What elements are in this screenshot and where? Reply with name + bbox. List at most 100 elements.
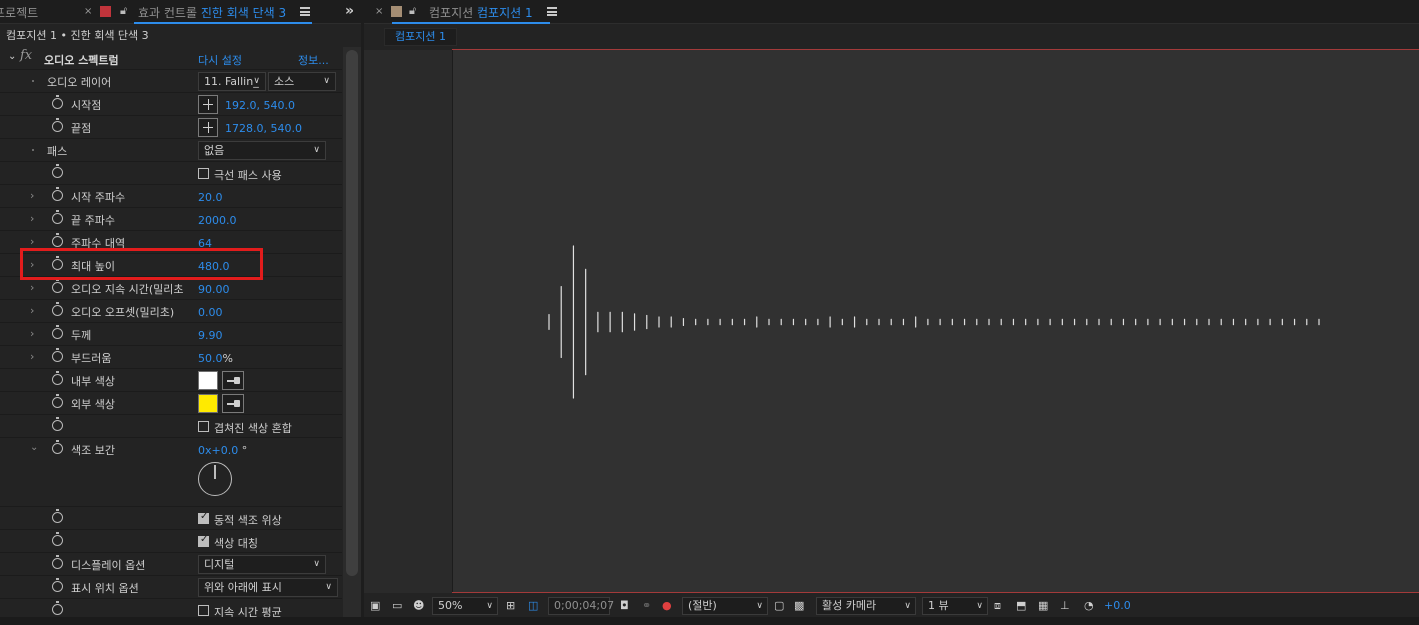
tab-effect-controls[interactable]: 효과 컨트롤 진한 회색 단색 3 bbox=[138, 4, 286, 21]
row-thickness: › 두께 9.90 bbox=[0, 323, 342, 346]
polar-path-label: 극선 패스 사용 bbox=[214, 169, 282, 182]
audio-layer-dropdown[interactable]: 11. Fallin_ ∨ bbox=[198, 72, 266, 91]
stopwatch-icon[interactable] bbox=[52, 555, 63, 569]
stopwatch-icon[interactable] bbox=[52, 371, 63, 385]
scrollbar-thumb[interactable] bbox=[346, 50, 358, 576]
hue-interpolation-value[interactable]: 0x+0.0 ° bbox=[198, 444, 247, 457]
camera-icon[interactable]: ◘ bbox=[620, 598, 629, 614]
stopwatch-icon[interactable] bbox=[52, 187, 63, 201]
crosshair-icon[interactable] bbox=[198, 95, 218, 114]
region-of-interest-icon[interactable]: ▢ bbox=[774, 598, 784, 614]
chevron-right-icon[interactable]: › bbox=[30, 212, 34, 225]
stopwatch-icon[interactable] bbox=[52, 348, 63, 362]
side-options-dropdown[interactable]: 위와 아래에 표시 ∨ bbox=[198, 578, 338, 597]
always-preview-icon[interactable]: ▣ bbox=[370, 598, 380, 614]
composition-viewer[interactable] bbox=[364, 50, 1419, 593]
stopwatch-icon[interactable] bbox=[52, 578, 63, 592]
stopwatch-icon[interactable] bbox=[52, 601, 63, 615]
expand-panels-icon[interactable]: » bbox=[345, 3, 354, 19]
thickness-value[interactable]: 9.90 bbox=[198, 329, 223, 342]
stopwatch-icon[interactable] bbox=[52, 210, 63, 224]
audio-offset-value[interactable]: 0.00 bbox=[198, 306, 223, 319]
dynamic-hue-checkbox[interactable] bbox=[198, 511, 209, 524]
reset-exposure-icon[interactable]: ◔ bbox=[1084, 598, 1094, 614]
resolution-value: (절반) bbox=[688, 599, 717, 612]
lock-icon[interactable]: 🔓︎ bbox=[409, 4, 416, 18]
lock-icon[interactable]: 🔓︎ bbox=[120, 4, 127, 18]
stopwatch-icon[interactable] bbox=[52, 95, 63, 109]
chevron-down-icon: ∨ bbox=[323, 76, 330, 86]
stopwatch-icon[interactable] bbox=[52, 164, 63, 178]
timecode-field[interactable]: 0;00;04;07 bbox=[548, 597, 614, 615]
polar-path-checkbox[interactable] bbox=[198, 168, 209, 179]
chevron-right-icon[interactable]: › bbox=[30, 304, 34, 317]
info-link[interactable]: 정보... bbox=[298, 52, 329, 68]
color-channels-icon[interactable]: ● bbox=[662, 598, 672, 614]
comp-breadcrumb[interactable]: 컴포지션 1 bbox=[384, 28, 457, 46]
tab-composition[interactable]: 컴포지션 컴포지션 1 bbox=[429, 4, 533, 21]
blend-colors-checkbox[interactable] bbox=[198, 421, 209, 432]
start-point-value[interactable]: 192.0, 540.0 bbox=[225, 99, 295, 112]
stopwatch-icon[interactable] bbox=[52, 118, 63, 132]
zoom-dropdown[interactable]: 50% ∨ bbox=[432, 597, 498, 615]
resolution-dropdown[interactable]: (절반) ∨ bbox=[682, 597, 768, 615]
end-frequency-value[interactable]: 2000.0 bbox=[198, 214, 237, 227]
checkerboard-icon[interactable]: ▩ bbox=[794, 598, 804, 614]
stopwatch-icon[interactable] bbox=[52, 440, 63, 454]
toggle-pixel-aspect-icon[interactable]: ⧈ bbox=[994, 598, 1001, 614]
side-options-label: 표시 위치 옵션 bbox=[71, 582, 139, 595]
grid-icon[interactable]: ⊞ bbox=[506, 598, 515, 614]
timeline-icon[interactable]: ▦ bbox=[1038, 598, 1048, 614]
chevron-right-icon[interactable]: › bbox=[30, 350, 34, 363]
audio-source-dropdown[interactable]: 소스 ∨ bbox=[268, 72, 336, 91]
path-dropdown[interactable]: 없음 ∨ bbox=[198, 141, 326, 160]
color-symmetry-checkbox[interactable] bbox=[198, 534, 209, 547]
softness-value[interactable]: 50.0% bbox=[198, 352, 233, 365]
audio-duration-value[interactable]: 90.00 bbox=[198, 283, 230, 296]
chevron-right-icon[interactable]: › bbox=[30, 281, 34, 294]
stopwatch-icon[interactable] bbox=[52, 532, 63, 546]
chevron-right-icon[interactable]: › bbox=[30, 235, 34, 248]
flowchart-icon[interactable]: ⊥ bbox=[1060, 598, 1070, 614]
panel-menu-icon[interactable] bbox=[300, 7, 310, 16]
chevron-down-icon[interactable]: ⌄ bbox=[30, 442, 38, 453]
stopwatch-icon[interactable] bbox=[52, 233, 63, 247]
outside-color-swatch[interactable] bbox=[198, 394, 218, 413]
fast-previews-icon[interactable]: ⬒ bbox=[1016, 598, 1026, 614]
stopwatch-icon[interactable] bbox=[52, 279, 63, 293]
start-frequency-label: 시작 주파수 bbox=[71, 191, 126, 204]
eyedropper-icon[interactable] bbox=[222, 394, 244, 413]
show-snapshot-icon[interactable]: ⚭ bbox=[642, 598, 651, 614]
eyedropper-icon[interactable] bbox=[222, 371, 244, 390]
stopwatch-icon[interactable] bbox=[52, 509, 63, 523]
tab-project[interactable]: 프로젝트 bbox=[0, 4, 38, 21]
row-side-options: 표시 위치 옵션 위와 아래에 표시 ∨ bbox=[0, 576, 342, 599]
start-frequency-value[interactable]: 20.0 bbox=[198, 191, 223, 204]
stopwatch-icon[interactable] bbox=[52, 325, 63, 339]
stopwatch-icon[interactable] bbox=[52, 417, 63, 431]
transparency-grid-icon[interactable]: ◫ bbox=[528, 598, 538, 614]
monitor-icon[interactable]: ▭ bbox=[392, 598, 402, 614]
chevron-right-icon[interactable]: › bbox=[30, 189, 34, 202]
fx-toggle-icon[interactable]: fx bbox=[20, 48, 32, 63]
stopwatch-icon[interactable] bbox=[52, 394, 63, 408]
camera-dropdown[interactable]: 활성 카메라 ∨ bbox=[816, 597, 916, 615]
stopwatch-icon[interactable] bbox=[52, 302, 63, 316]
display-options-dropdown[interactable]: 디지털 ∨ bbox=[198, 555, 326, 574]
chevron-right-icon[interactable]: › bbox=[30, 327, 34, 340]
views-dropdown[interactable]: 1 뷰 ∨ bbox=[922, 597, 988, 615]
crosshair-icon[interactable] bbox=[198, 118, 218, 137]
reset-link[interactable]: 다시 설정 bbox=[198, 52, 242, 68]
end-point-value[interactable]: 1728.0, 540.0 bbox=[225, 122, 302, 135]
close-icon[interactable]: × bbox=[84, 6, 92, 17]
exposure-value[interactable]: +0.0 bbox=[1104, 598, 1131, 614]
panel-menu-icon[interactable] bbox=[547, 7, 557, 16]
average-duration-checkbox[interactable] bbox=[198, 605, 209, 616]
effect-header-row[interactable]: ⌄ fx 오디오 스펙트럼 다시 설정 정보... bbox=[0, 47, 342, 70]
hue-dial[interactable] bbox=[198, 462, 232, 496]
close-icon[interactable]: × bbox=[375, 6, 383, 17]
chevron-down-icon[interactable]: ⌄ bbox=[8, 51, 16, 62]
inside-color-swatch[interactable] bbox=[198, 371, 218, 390]
hue-interpolation-number: 0x+0.0 bbox=[198, 444, 239, 457]
mask-icon[interactable]: ☻ bbox=[413, 598, 424, 614]
